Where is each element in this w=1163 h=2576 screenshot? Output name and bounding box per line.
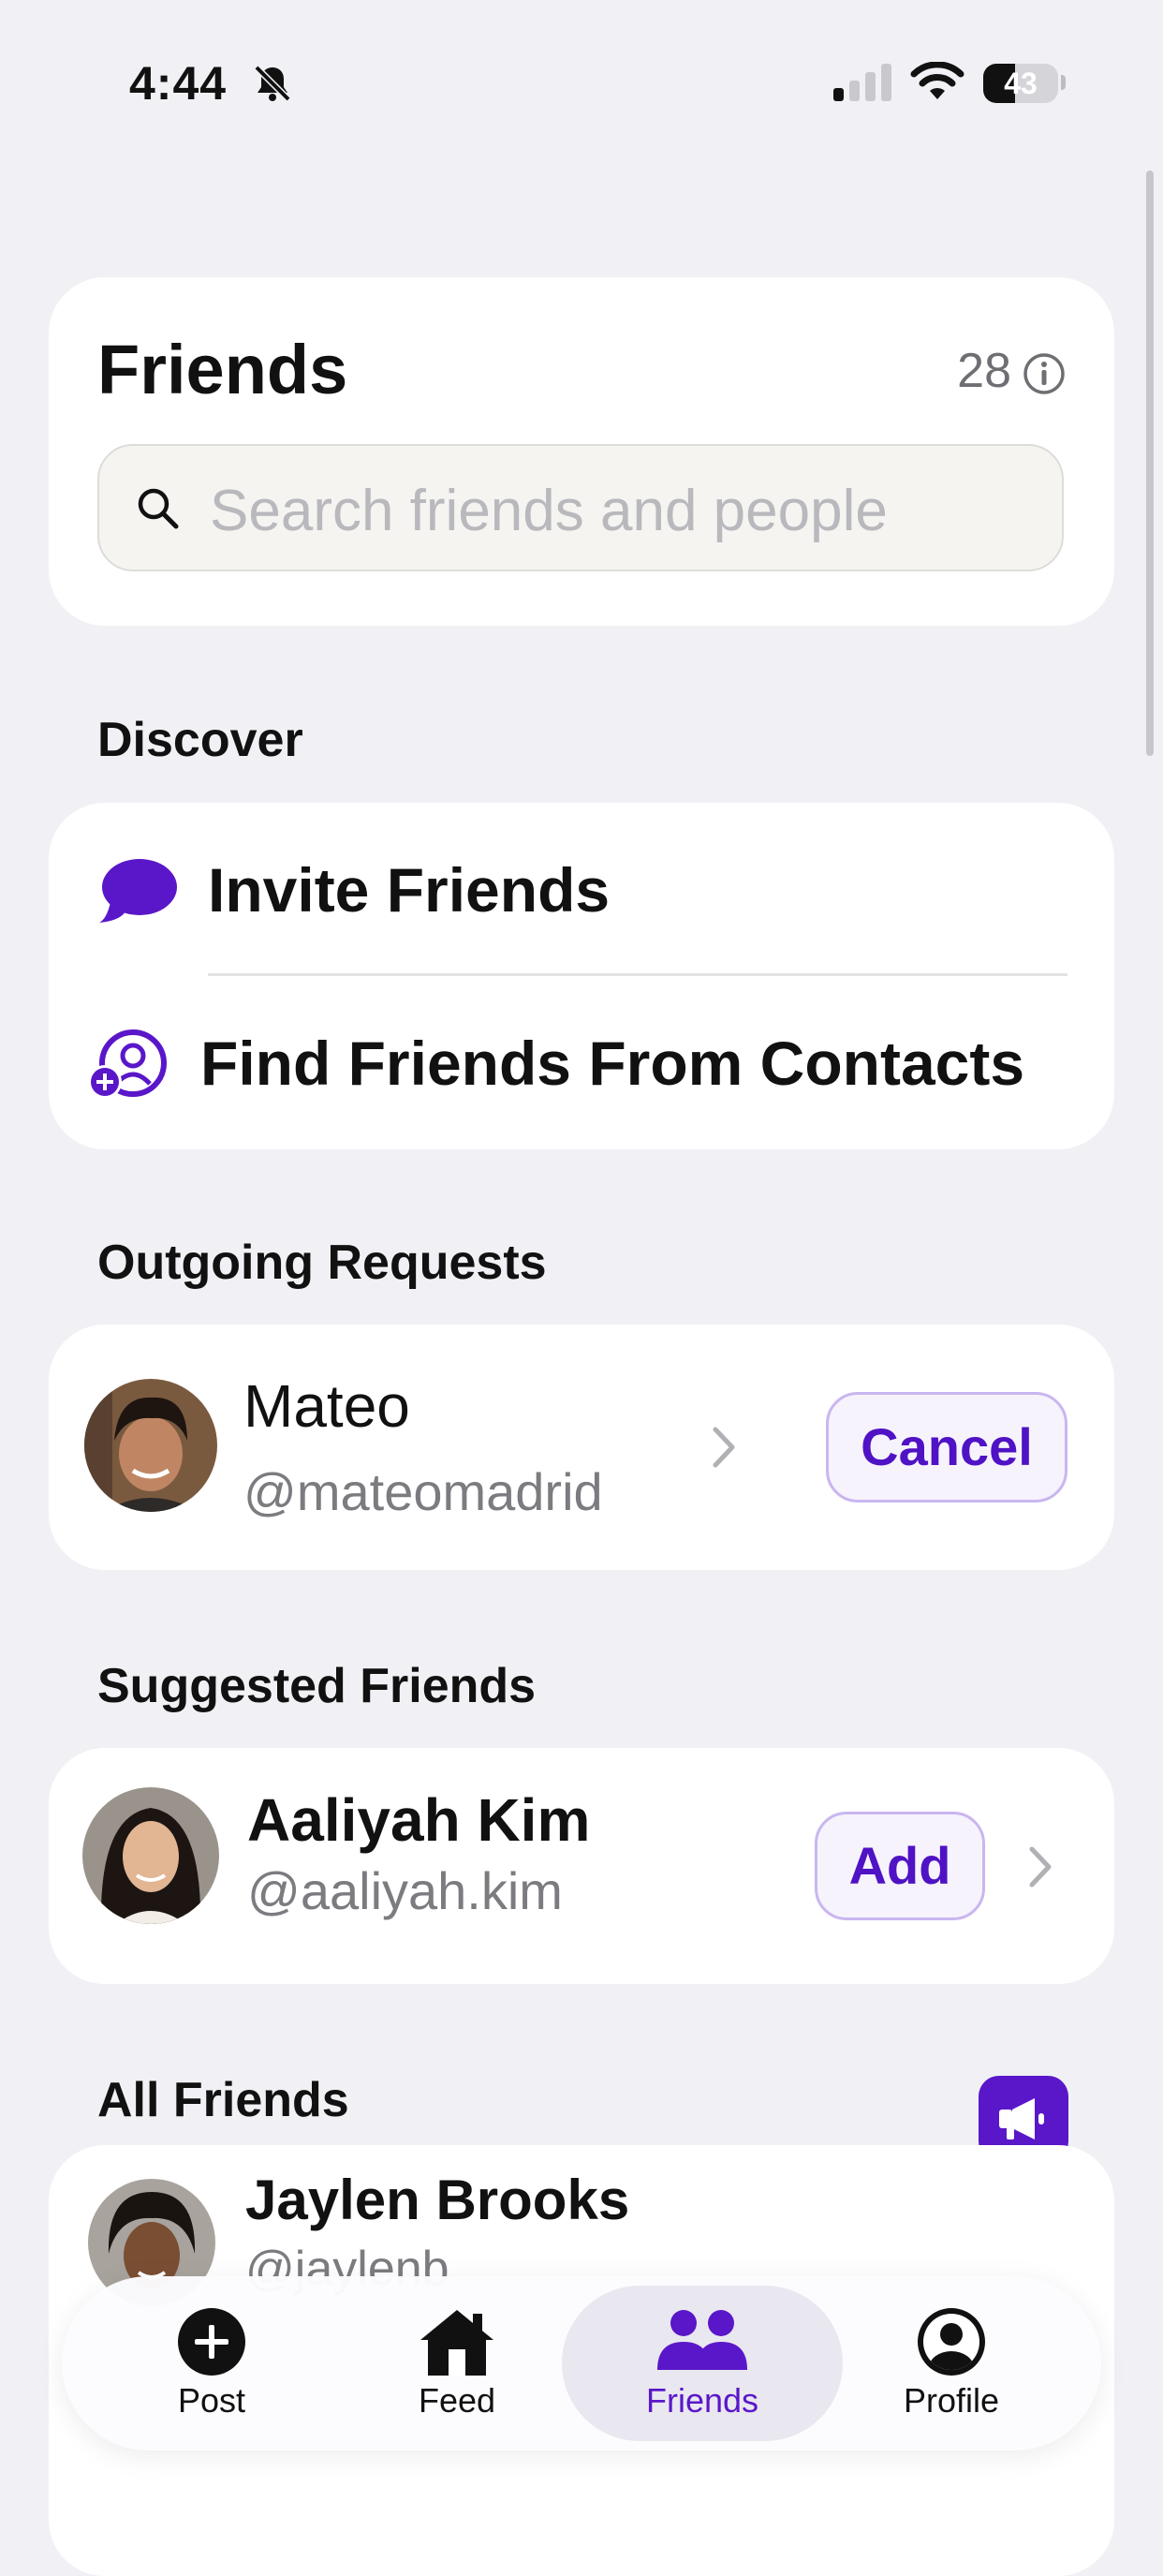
search-icon [138, 488, 179, 529]
status-time: 4:44 [129, 57, 228, 110]
status-bar: 4:44 43 [0, 0, 1163, 159]
friends-header-card: Friends 28 Search friends and people [49, 277, 1114, 626]
battery-indicator: 43 [983, 64, 1058, 103]
chevron-right-icon[interactable] [1026, 1843, 1054, 1890]
friend-name: Jaylen Brooks [245, 2169, 630, 2231]
search-input[interactable]: Search friends and people [97, 444, 1064, 571]
cell-signal-icon [833, 64, 891, 101]
tab-post[interactable]: Post [90, 2276, 333, 2450]
people-icon [657, 2310, 747, 2370]
page-title: Friends [97, 331, 348, 408]
outgoing-request-row[interactable]: Mateo @mateomadrid Cancel [49, 1325, 1114, 1570]
chevron-right-icon[interactable] [710, 1424, 738, 1471]
add-button[interactable]: Add [815, 1812, 985, 1920]
outgoing-requests-heading: Outgoing Requests [97, 1236, 547, 1290]
avatar[interactable] [82, 1787, 219, 1924]
friend-handle: @mateomadrid [243, 1462, 603, 1521]
bell-muted-icon [254, 65, 291, 102]
tab-post-label: Post [177, 2381, 246, 2420]
add-contact-icon [88, 1029, 167, 1099]
info-icon[interactable] [1023, 352, 1066, 395]
avatar-photo [82, 1787, 219, 1924]
tab-feed-label: Feed [418, 2381, 496, 2420]
plus-circle-icon [178, 2308, 245, 2376]
tab-friends[interactable]: Friends [562, 2286, 843, 2441]
discover-card: Invite Friends Find Friends From Contact… [49, 803, 1114, 1149]
cancel-button[interactable]: Cancel [826, 1392, 1067, 1503]
person-circle-icon [918, 2308, 985, 2376]
avatar-photo [84, 1379, 217, 1512]
friend-name: Aaliyah Kim [247, 1786, 591, 1854]
avatar[interactable] [84, 1379, 217, 1512]
discover-heading: Discover [97, 713, 303, 767]
suggested-friend-row[interactable]: Aaliyah Kim @aaliyah.kim Add [49, 1748, 1114, 1984]
scrollbar[interactable] [1146, 170, 1154, 756]
tab-friends-label: Friends [645, 2381, 759, 2420]
find-friends-label: Find Friends From Contacts [200, 1029, 1025, 1098]
megaphone-icon [999, 2098, 1044, 2139]
battery-level: 43 [1004, 67, 1038, 100]
tab-profile-label: Profile [903, 2381, 1000, 2420]
divider [208, 973, 1067, 976]
suggested-friends-heading: Suggested Friends [97, 1659, 537, 1713]
tab-bar: Post Feed Friends Profile [62, 2276, 1101, 2450]
search-placeholder: Search friends and people [210, 479, 888, 543]
wifi-icon [910, 62, 964, 99]
friends-count: 28 [957, 344, 1011, 398]
friend-handle: @aaliyah.kim [247, 1861, 563, 1920]
chat-bubble-icon [99, 859, 177, 923]
invite-friends-label: Invite Friends [208, 855, 611, 925]
tab-profile[interactable]: Profile [830, 2276, 1073, 2450]
home-icon [420, 2310, 493, 2376]
battery-tip [1061, 75, 1066, 90]
all-friends-heading: All Friends [97, 2073, 349, 2127]
tab-feed[interactable]: Feed [335, 2276, 579, 2450]
friend-name: Mateo [243, 1372, 410, 1440]
